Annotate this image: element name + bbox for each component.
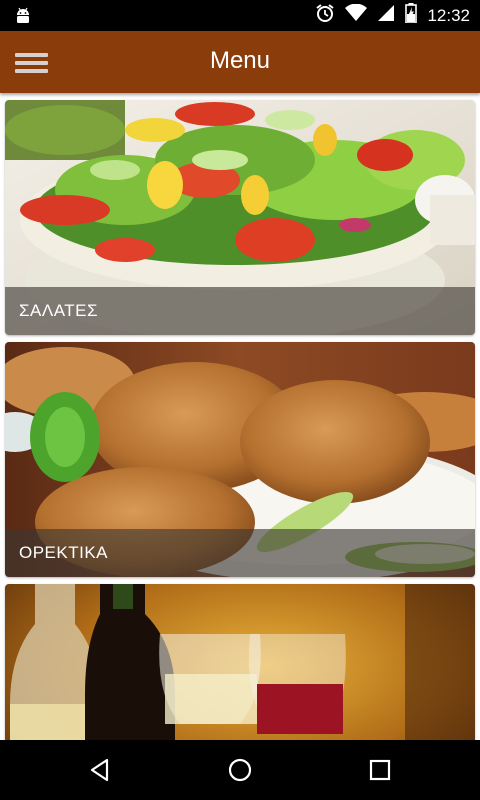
signal-icon bbox=[377, 4, 395, 27]
home-icon[interactable] bbox=[225, 755, 255, 785]
category-card-appetizers[interactable]: ΟΡΕΚΤΙΚΑ bbox=[5, 342, 475, 577]
category-card-wines[interactable] bbox=[5, 584, 475, 740]
category-label: ΣΑΛΑΤΕΣ bbox=[5, 287, 475, 335]
wine-glasses-photo bbox=[5, 584, 475, 740]
category-card-salads[interactable]: ΣΑΛΑΤΕΣ bbox=[5, 100, 475, 335]
app-bar: Menu bbox=[0, 31, 480, 93]
back-icon[interactable] bbox=[85, 755, 115, 785]
category-list[interactable]: ΣΑΛΑΤΕΣ ΟΡΕΚΤΙΚΑ bbox=[0, 93, 480, 740]
status-bar: 12:32 bbox=[0, 0, 480, 31]
navigation-bar bbox=[0, 740, 480, 800]
alarm-icon bbox=[315, 3, 335, 28]
page-title: Menu bbox=[209, 47, 271, 74]
recents-icon[interactable] bbox=[365, 755, 395, 785]
category-label: ΟΡΕΚΤΙΚΑ bbox=[5, 529, 475, 577]
battery-icon bbox=[405, 3, 418, 28]
android-icon bbox=[14, 6, 32, 31]
wifi-icon bbox=[345, 3, 368, 27]
status-time: 12:32 bbox=[427, 5, 470, 25]
